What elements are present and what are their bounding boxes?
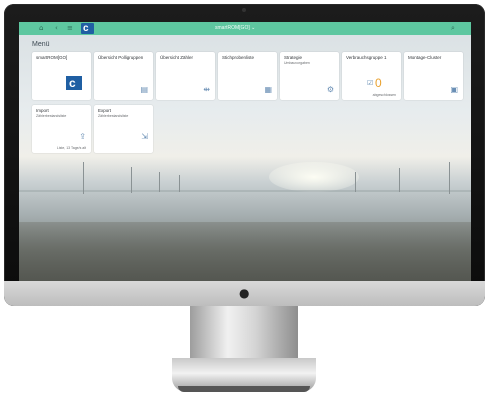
tile-subtitle: Zählerbestandsliste [36, 114, 67, 118]
back-icon[interactable]: ‹ [55, 23, 58, 34]
export-icon: ⇲ [141, 132, 148, 141]
upload-icon: ⇪ [79, 132, 86, 141]
app-title[interactable]: smartROM[GO] ⌄ [215, 24, 255, 33]
wind-turbine [131, 167, 132, 193]
settings-icon: ⚙ [326, 85, 334, 94]
tile-smartrom[interactable]: smartROM[GO] c [32, 52, 91, 100]
wind-turbine [399, 168, 400, 192]
background-rocks [19, 222, 471, 281]
tile-strategie[interactable]: Strategie Umbauvorgaben ⚙ [280, 52, 339, 100]
tile-import[interactable]: Import Zählerbestandsliste ⇪ Liste, 13 T… [32, 105, 91, 153]
tile-uebersicht-polligruppen[interactable]: Übersicht Polligruppen ▤ [94, 52, 153, 100]
apple-logo-icon: ● [239, 286, 250, 300]
check-icon: ☑ [367, 79, 374, 87]
tile-title: Montage-Cluster [408, 55, 442, 60]
tile-title: smartROM[GO] [36, 55, 68, 60]
shell-bar: ⌂ ‹ ≡ c smartROM[GO] ⌄ ⌕ [19, 22, 471, 35]
tile-subtitle: Umbauvorgaben [284, 61, 310, 65]
tile-footer: Liste, 13 Tage/s alt [56, 146, 86, 150]
company-logo[interactable]: c [81, 23, 94, 34]
search-icon[interactable]: ⌕ [451, 23, 455, 34]
wind-turbine [83, 162, 84, 194]
company-logo: c [66, 76, 82, 90]
meters-icon: ⇹ [203, 85, 210, 94]
tile-footer: abgeschlossen [372, 93, 396, 97]
tile-stichprobenliste[interactable]: Stichprobenliste ▦ [218, 52, 277, 100]
tile-title: Stichprobenliste [222, 55, 255, 60]
tile-title: Übersicht Polligruppen [98, 55, 144, 60]
tile-title: Import [36, 108, 49, 113]
home-icon[interactable]: ⌂ [39, 23, 43, 34]
cluster-icon: ▣ [450, 85, 458, 94]
tile-title: Export [98, 108, 112, 113]
tile-uebersicht-zaehler[interactable]: Übersicht Zähler ⇹ [156, 52, 215, 100]
calendar-icon: ▦ [264, 85, 272, 94]
tile-subtitle: Zählerbestandsliste [98, 114, 129, 118]
tile-title: Verbrauchsgruppe 1 [346, 55, 387, 60]
wind-turbine [159, 172, 160, 192]
table-icon: ▤ [140, 85, 148, 94]
wind-turbine [449, 162, 450, 194]
camera [242, 8, 246, 12]
wind-turbine [355, 172, 356, 192]
screen: ⌂ ‹ ≡ c smartROM[GO] ⌄ ⌕ Menü smartROM[G… [19, 22, 471, 281]
monitor: ⌂ ‹ ≡ c smartROM[GO] ⌄ ⌕ Menü smartROM[G… [0, 0, 489, 397]
tile-title: Übersicht Zähler [160, 55, 194, 60]
menu-icon[interactable]: ≡ [67, 23, 73, 34]
monitor-stand-neck [190, 306, 298, 364]
tile-title: Strategie [284, 55, 303, 60]
tile-montage-cluster[interactable]: Montage-Cluster ▣ [404, 52, 463, 100]
kpi-value: 0 [375, 76, 382, 90]
menu-title: Menü [32, 41, 50, 48]
tile-export[interactable]: Export Zählerbestandsliste ⇲ [94, 105, 153, 153]
wind-turbine [179, 175, 180, 192]
monitor-stand-edge [178, 386, 310, 392]
background-horizon [19, 190, 471, 192]
background-sun [269, 162, 359, 192]
tile-verbrauchsgruppe[interactable]: Verbrauchsgruppe 1 ☑ 0 abgeschlossen [342, 52, 401, 100]
